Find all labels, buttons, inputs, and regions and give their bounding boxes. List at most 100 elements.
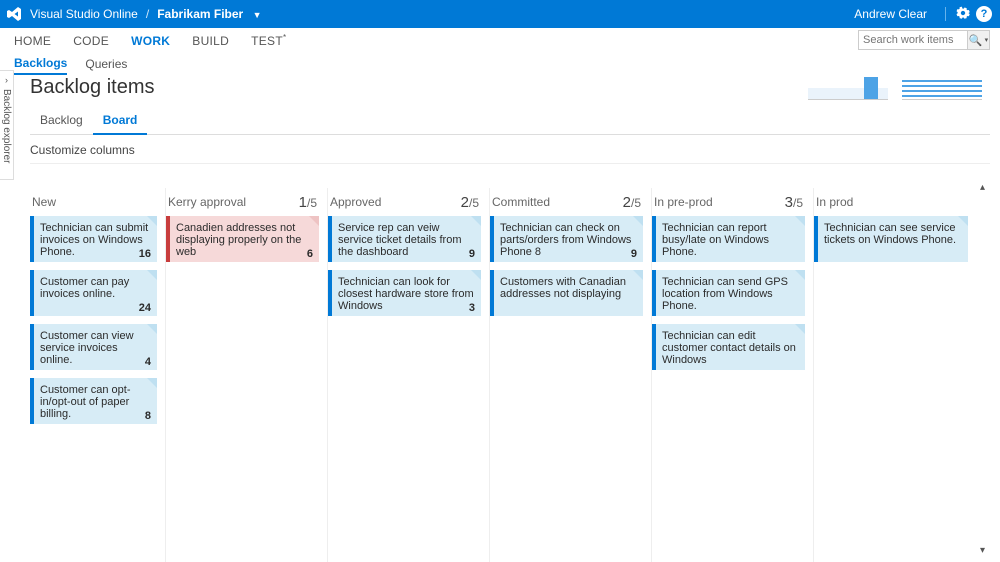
column-header: Committed 2/5 <box>490 188 643 216</box>
search-wrap: 🔍▾ <box>858 30 990 50</box>
mini-charts <box>808 72 982 100</box>
card-corner <box>958 216 968 226</box>
card-corner <box>471 270 481 280</box>
vs-logo-icon <box>4 4 24 24</box>
card-points: 6 <box>307 248 313 260</box>
project-name: Fabrikam Fiber <box>157 7 243 21</box>
card-title: Technician can send GPS location from Wi… <box>662 276 799 312</box>
nav-work[interactable]: WORK <box>131 28 170 54</box>
gear-icon[interactable] <box>954 6 972 23</box>
card-title: Customer can opt-in/opt-out of paper bil… <box>40 384 151 420</box>
search-icon: 🔍 <box>969 34 983 47</box>
page: Backlog items BacklogBoard Customize col… <box>16 62 990 562</box>
card-points: 9 <box>631 248 637 260</box>
card-points: 8 <box>145 410 151 422</box>
user-name[interactable]: Andrew Clear <box>854 7 927 21</box>
card-title: Service rep can veiw service ticket deta… <box>338 222 475 258</box>
work-item-card[interactable]: Technician can check on parts/orders fro… <box>490 216 643 262</box>
column-header: In pre-prod 3/5 <box>652 188 805 216</box>
work-item-card[interactable]: Technician can look for closest hardware… <box>328 270 481 316</box>
column-new: New Technician can submit invoices on Win… <box>30 188 166 562</box>
search-button[interactable]: 🔍▾ <box>968 30 990 50</box>
card-title: Technician can look for closest hardware… <box>338 276 475 312</box>
card-corner <box>795 216 805 226</box>
customize-columns-link[interactable]: Customize columns <box>30 143 990 164</box>
work-item-card[interactable]: Service rep can veiw service ticket deta… <box>328 216 481 262</box>
breadcrumb-sep: / <box>146 7 149 21</box>
card-corner <box>633 216 643 226</box>
card-corner <box>309 216 319 226</box>
nav-test[interactable]: TEST* <box>251 27 286 54</box>
nav-home[interactable]: HOME <box>14 28 51 54</box>
chevron-down-icon: ▾ <box>985 36 989 44</box>
work-item-card[interactable]: Customer can pay invoices online.24 <box>30 270 157 316</box>
column-kerry-approval: Kerry approval 1/5 Canadien addresses not … <box>166 188 328 562</box>
column-name: New <box>32 195 56 209</box>
work-item-card[interactable]: Technician can send GPS location from Wi… <box>652 270 805 316</box>
card-title: Technician can see service tickets on Wi… <box>824 222 962 246</box>
work-item-card[interactable]: Technician can see service tickets on Wi… <box>814 216 968 262</box>
work-item-card[interactable]: Customer can view service invoices onlin… <box>30 324 157 370</box>
column-name: Approved <box>330 195 381 209</box>
project-picker[interactable]: Fabrikam Fiber ▼ <box>157 7 261 21</box>
card-title: Technician can edit customer contact det… <box>662 330 799 366</box>
scroll-down-icon[interactable]: ▾ <box>980 545 992 556</box>
wip-count: 3/5 <box>785 194 803 211</box>
wip-count: 2/5 <box>623 194 641 211</box>
card-corner <box>795 324 805 334</box>
work-item-card[interactable]: Technician can edit customer contact det… <box>652 324 805 370</box>
wip-count: 1/5 <box>299 194 317 211</box>
column-in-pre-prod: In pre-prod 3/5 Technician can report busy… <box>652 188 814 562</box>
tab-backlog[interactable]: Backlog <box>30 109 93 134</box>
wip-count: 2/5 <box>461 194 479 211</box>
card-corner <box>147 378 157 388</box>
card-corner <box>795 270 805 280</box>
column-header: Kerry approval 1/5 <box>166 188 319 216</box>
view-tabs: BacklogBoard <box>30 109 990 135</box>
card-title: Customer can pay invoices online. <box>40 276 151 300</box>
nav-build[interactable]: BUILD <box>192 28 229 54</box>
work-item-card[interactable]: Customers with Canadian addresses not di… <box>490 270 643 316</box>
product-title[interactable]: Visual Studio Online <box>30 7 138 21</box>
card-corner <box>147 270 157 280</box>
backlog-explorer-tab[interactable]: › Backlog explorer <box>0 70 14 180</box>
column-name: Kerry approval <box>168 195 246 209</box>
work-item-card[interactable]: Technician can submit invoices on Window… <box>30 216 157 262</box>
column-header: Approved 2/5 <box>328 188 481 216</box>
column-name: In pre-prod <box>654 195 713 209</box>
work-item-card[interactable]: Customer can opt-in/opt-out of paper bil… <box>30 378 157 424</box>
help-icon[interactable]: ? <box>976 6 992 22</box>
card-points: 9 <box>469 248 475 260</box>
card-points: 3 <box>469 302 475 314</box>
cfd-chart[interactable] <box>808 72 888 100</box>
card-corner <box>471 216 481 226</box>
column-approved: Approved 2/5 Service rep can veiw service … <box>328 188 490 562</box>
velocity-chart[interactable] <box>902 72 982 100</box>
card-corner <box>147 324 157 334</box>
card-title: Technician can report busy/late on Windo… <box>662 222 799 258</box>
chevron-right-icon: › <box>5 75 8 85</box>
work-item-card[interactable]: Canadien addresses not displaying proper… <box>166 216 319 262</box>
work-item-card[interactable]: Technician can report busy/late on Windo… <box>652 216 805 262</box>
card-title: Canadien addresses not displaying proper… <box>176 222 313 258</box>
card-points: 16 <box>139 248 151 260</box>
column-in-prod: In prod Technician can see service ticket… <box>814 188 976 562</box>
column-header: New <box>30 188 157 216</box>
card-title: Technician can submit invoices on Window… <box>40 222 151 258</box>
kanban-board: New Technician can submit invoices on Win… <box>30 188 990 562</box>
card-title: Customer can view service invoices onlin… <box>40 330 151 366</box>
nav-code[interactable]: CODE <box>73 28 109 54</box>
card-points: 4 <box>145 356 151 368</box>
column-name: In prod <box>816 195 853 209</box>
column-name: Committed <box>492 195 550 209</box>
scroll-up-icon[interactable]: ▴ <box>980 182 992 193</box>
card-corner <box>147 216 157 226</box>
search-input[interactable] <box>858 30 968 50</box>
divider <box>945 7 946 21</box>
sidetab-label: Backlog explorer <box>1 89 12 163</box>
column-header: In prod <box>814 188 968 216</box>
column-committed: Committed 2/5 Technician can check on part… <box>490 188 652 562</box>
card-corner <box>633 270 643 280</box>
tab-board[interactable]: Board <box>93 109 148 135</box>
card-title: Customers with Canadian addresses not di… <box>500 276 637 300</box>
